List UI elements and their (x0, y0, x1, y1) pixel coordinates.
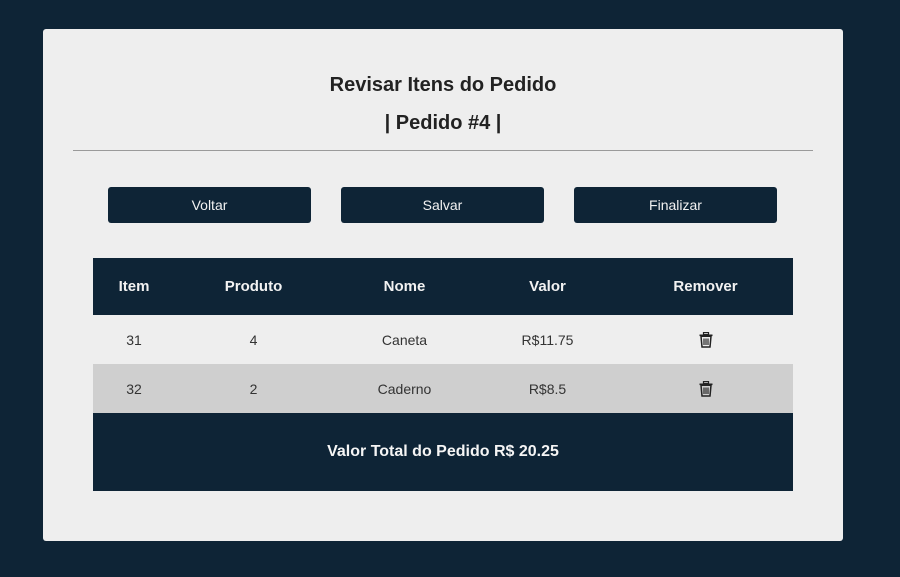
page-title: Revisar Itens do Pedido (329, 74, 557, 96)
table-row: 31 4 Caneta R$11.75 (93, 315, 793, 364)
save-button[interactable]: Salvar (341, 187, 544, 223)
valor-cell: R$8.5 (528, 380, 567, 397)
column-header-valor: Valor (529, 278, 566, 295)
nome-cell: Caneta (381, 331, 428, 348)
item-cell: 32 (126, 380, 142, 397)
order-total-footer: Valor Total do Pedido R$ 20.25 (93, 413, 793, 491)
column-header-remover: Remover (673, 278, 738, 295)
column-header-nome: Nome (383, 278, 426, 295)
column-header-item: Item (118, 278, 150, 295)
title-divider (73, 150, 813, 151)
column-header-produto: Produto (224, 278, 283, 295)
produto-cell: 2 (249, 380, 258, 397)
remove-cell (618, 330, 793, 348)
valor-cell: R$11.75 (521, 331, 574, 348)
order-review-card: Revisar Itens do Pedido | Pedido #4 | Vo… (43, 29, 843, 541)
order-items-table: Item Produto Nome Valor Remover 31 4 Can… (93, 258, 793, 491)
remove-cell (618, 379, 793, 397)
nome-cell: Caderno (377, 380, 432, 397)
finish-button[interactable]: Finalizar (574, 187, 777, 223)
order-total-text: Valor Total do Pedido R$ 20.25 (327, 443, 559, 460)
back-button[interactable]: Voltar (108, 187, 311, 223)
order-number-title: | Pedido #4 | (384, 112, 502, 134)
trash-icon[interactable] (697, 331, 715, 349)
table-row: 32 2 Caderno R$8.5 (93, 364, 793, 413)
trash-icon[interactable] (697, 380, 715, 398)
item-cell: 31 (126, 331, 142, 348)
produto-cell: 4 (249, 331, 258, 348)
table-header-row: Item Produto Nome Valor Remover (93, 258, 793, 315)
